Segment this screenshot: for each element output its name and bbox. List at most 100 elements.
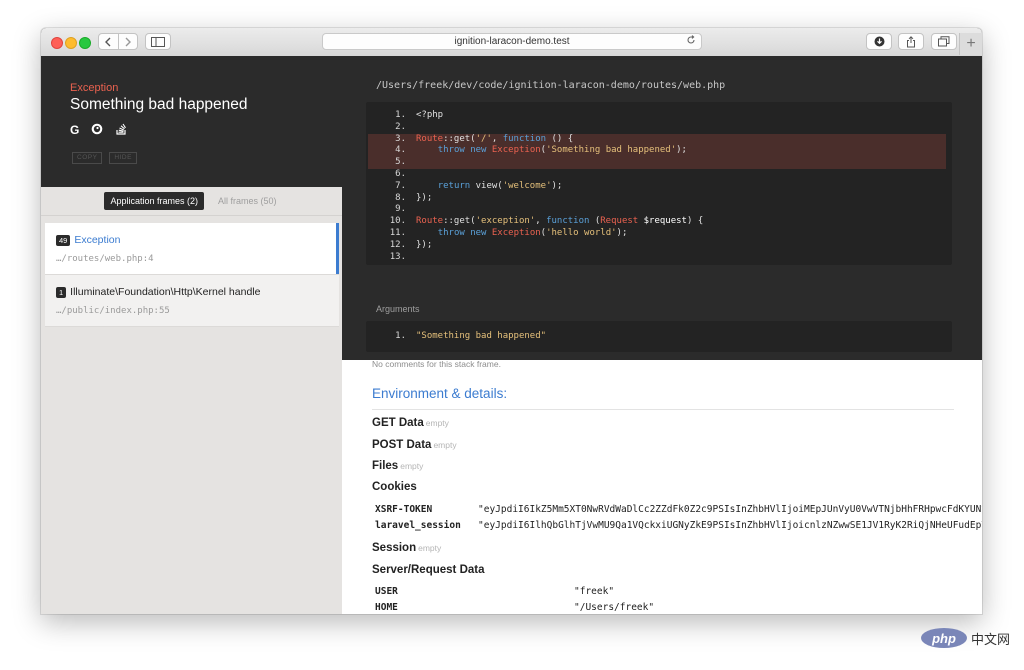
frame-number-badge: 49 <box>56 234 71 246</box>
divider <box>372 409 954 410</box>
nav-button-group <box>98 33 138 50</box>
file-path[interactable]: /Users/freek/dev/code/ignition-laracon-d… <box>376 80 725 91</box>
stack-frame-item[interactable]: 1 Illuminate\Foundation\Http\Kernel hand… <box>45 275 339 327</box>
tab-application-frames[interactable]: Application frames (2) <box>104 192 205 210</box>
duckduckgo-icon[interactable] <box>91 123 103 138</box>
address-text: ignition-laracon-demo.test <box>454 36 570 47</box>
no-comments-text: No comments for this stack frame. <box>372 359 501 369</box>
empty-label: empty <box>400 461 424 471</box>
post-data-heading: POST Data <box>372 439 432 451</box>
cookie-key: XSRF-TOKEN <box>375 504 433 515</box>
argument-row: 1. "Something bad happened" <box>368 331 546 341</box>
frame-file: …/public/index.php:55 <box>56 306 170 316</box>
download-icon <box>874 36 884 47</box>
get-data-section: GET Data empty <box>372 417 449 429</box>
frames-tabs: Application frames (2) All frames (50) <box>41 187 342 216</box>
code-line: 6. <box>368 169 946 181</box>
post-data-section: POST Data empty <box>372 439 457 451</box>
hide-button[interactable]: HIDE <box>109 152 137 164</box>
frame-file: …/routes/web.php:4 <box>56 254 154 264</box>
exception-message: Something bad happened <box>70 96 248 113</box>
arguments-label: Arguments <box>376 304 420 314</box>
frame-title: 1 Illuminate\Foundation\Http\Kernel hand… <box>56 286 260 298</box>
empty-label: empty <box>425 418 449 428</box>
files-section: Files empty <box>372 460 423 472</box>
line-code: throw new Exception('hello world'); <box>437 228 628 238</box>
exception-actions: COPY HIDE <box>72 152 137 164</box>
line-code: Route::get('exception', function (Reques… <box>416 216 704 227</box>
frame-class: Illuminate\Foundation\Http\Kernel handle <box>70 286 261 298</box>
get-data-heading: GET Data <box>372 417 424 429</box>
cookie-value: "eyJpdiI6IlhQbGlhTjVwMU9Qa1VQckxiUGNyZkE… <box>478 520 982 531</box>
google-icon[interactable]: G <box>70 123 79 138</box>
argument-number: 1. <box>395 331 406 341</box>
new-tab-button[interactable]: + <box>959 33 982 55</box>
code-line: 2. <box>368 122 946 134</box>
environment-details: Environment & details: GET Data empty POS… <box>342 360 982 614</box>
sidebar-toggle-button[interactable] <box>145 33 171 50</box>
line-number: 12. <box>389 239 406 250</box>
server-value: "freek" <box>574 586 615 597</box>
line-number: 8. <box>395 192 406 203</box>
environment-title: Environment & details: <box>372 386 508 401</box>
line-number: 11. <box>389 228 406 238</box>
line-number: 9. <box>395 204 406 215</box>
code-panel: /Users/freek/dev/code/ignition-laracon-d… <box>342 56 982 360</box>
main-panel: /Users/freek/dev/code/ignition-laracon-d… <box>342 56 982 614</box>
line-number: 7. <box>395 180 406 191</box>
browser-toolbar: ignition-laracon-demo.test + <box>41 28 982 57</box>
stack-sidebar: Exception Something bad happened G COPY … <box>41 56 342 614</box>
line-number: 3. <box>395 133 406 144</box>
cookie-value: "eyJpdiI6IkZ5Mm5XT0NwRVdWaDlCc2ZZdFk0Z2c… <box>478 504 982 515</box>
minimize-window-button[interactable] <box>65 37 77 49</box>
line-code: }); <box>416 239 433 250</box>
line-code: <?php <box>416 110 444 120</box>
code-line: 4. throw new Exception('Something bad ha… <box>368 145 946 158</box>
stackoverflow-icon[interactable] <box>115 123 127 138</box>
plus-icon: + <box>966 35 976 52</box>
code-line: 5. <box>368 157 946 169</box>
argument-value: "Something bad happened" <box>416 331 547 341</box>
site-watermark: php 中文网 <box>921 628 1010 648</box>
stack-frame-item[interactable]: 49 Exception …/routes/web.php:4 <box>45 223 339 275</box>
frames-list-spacer <box>41 216 342 223</box>
tabs-icon <box>938 36 950 47</box>
empty-label: empty <box>433 440 457 450</box>
zoom-window-button[interactable] <box>79 37 91 49</box>
share-icon <box>907 35 915 47</box>
code-line: 8.}); <box>368 193 946 205</box>
search-links: G <box>70 123 127 138</box>
share-button[interactable] <box>898 33 924 50</box>
line-number: 6. <box>395 169 406 179</box>
close-window-button[interactable] <box>51 37 63 49</box>
line-code: return view('welcome'); <box>437 180 563 191</box>
tab-overview-button[interactable] <box>931 33 957 50</box>
line-number: 5. <box>395 157 406 168</box>
cookie-key: laravel_session <box>375 520 461 531</box>
tab-all-frames[interactable]: All frames (50) <box>216 192 279 210</box>
server-request-heading: Server/Request Data <box>372 564 485 576</box>
copy-button[interactable]: COPY <box>72 152 103 164</box>
line-code: }); <box>416 192 433 203</box>
line-code: Route::get('/', function () { <box>416 133 574 144</box>
frame-class: Exception <box>74 234 121 246</box>
frame-number-badge: 1 <box>56 286 67 298</box>
back-button[interactable] <box>99 34 118 49</box>
files-heading: Files <box>372 460 399 472</box>
watermark-text: 中文网 <box>971 631 1011 647</box>
address-bar[interactable]: ignition-laracon-demo.test <box>322 33 702 50</box>
code-line: 10. Route::get('exception', function (Req… <box>368 216 946 228</box>
downloads-button[interactable] <box>866 33 892 50</box>
line-code: throw new Exception('Something bad happe… <box>437 145 687 156</box>
exception-class: Exception <box>70 82 119 94</box>
chevron-right-icon <box>125 37 131 46</box>
php-logo: php <box>921 628 967 648</box>
code-line: 13. <box>368 252 946 264</box>
line-number: 1. <box>395 110 406 120</box>
browser-window: ignition-laracon-demo.test + Exception S… <box>41 28 982 614</box>
reload-icon[interactable] <box>686 35 696 48</box>
code-line: 7. return view('welcome'); <box>368 181 946 193</box>
line-number: 10. <box>389 216 406 227</box>
forward-button[interactable] <box>117 34 138 49</box>
server-value: "/Users/freek" <box>574 602 655 613</box>
